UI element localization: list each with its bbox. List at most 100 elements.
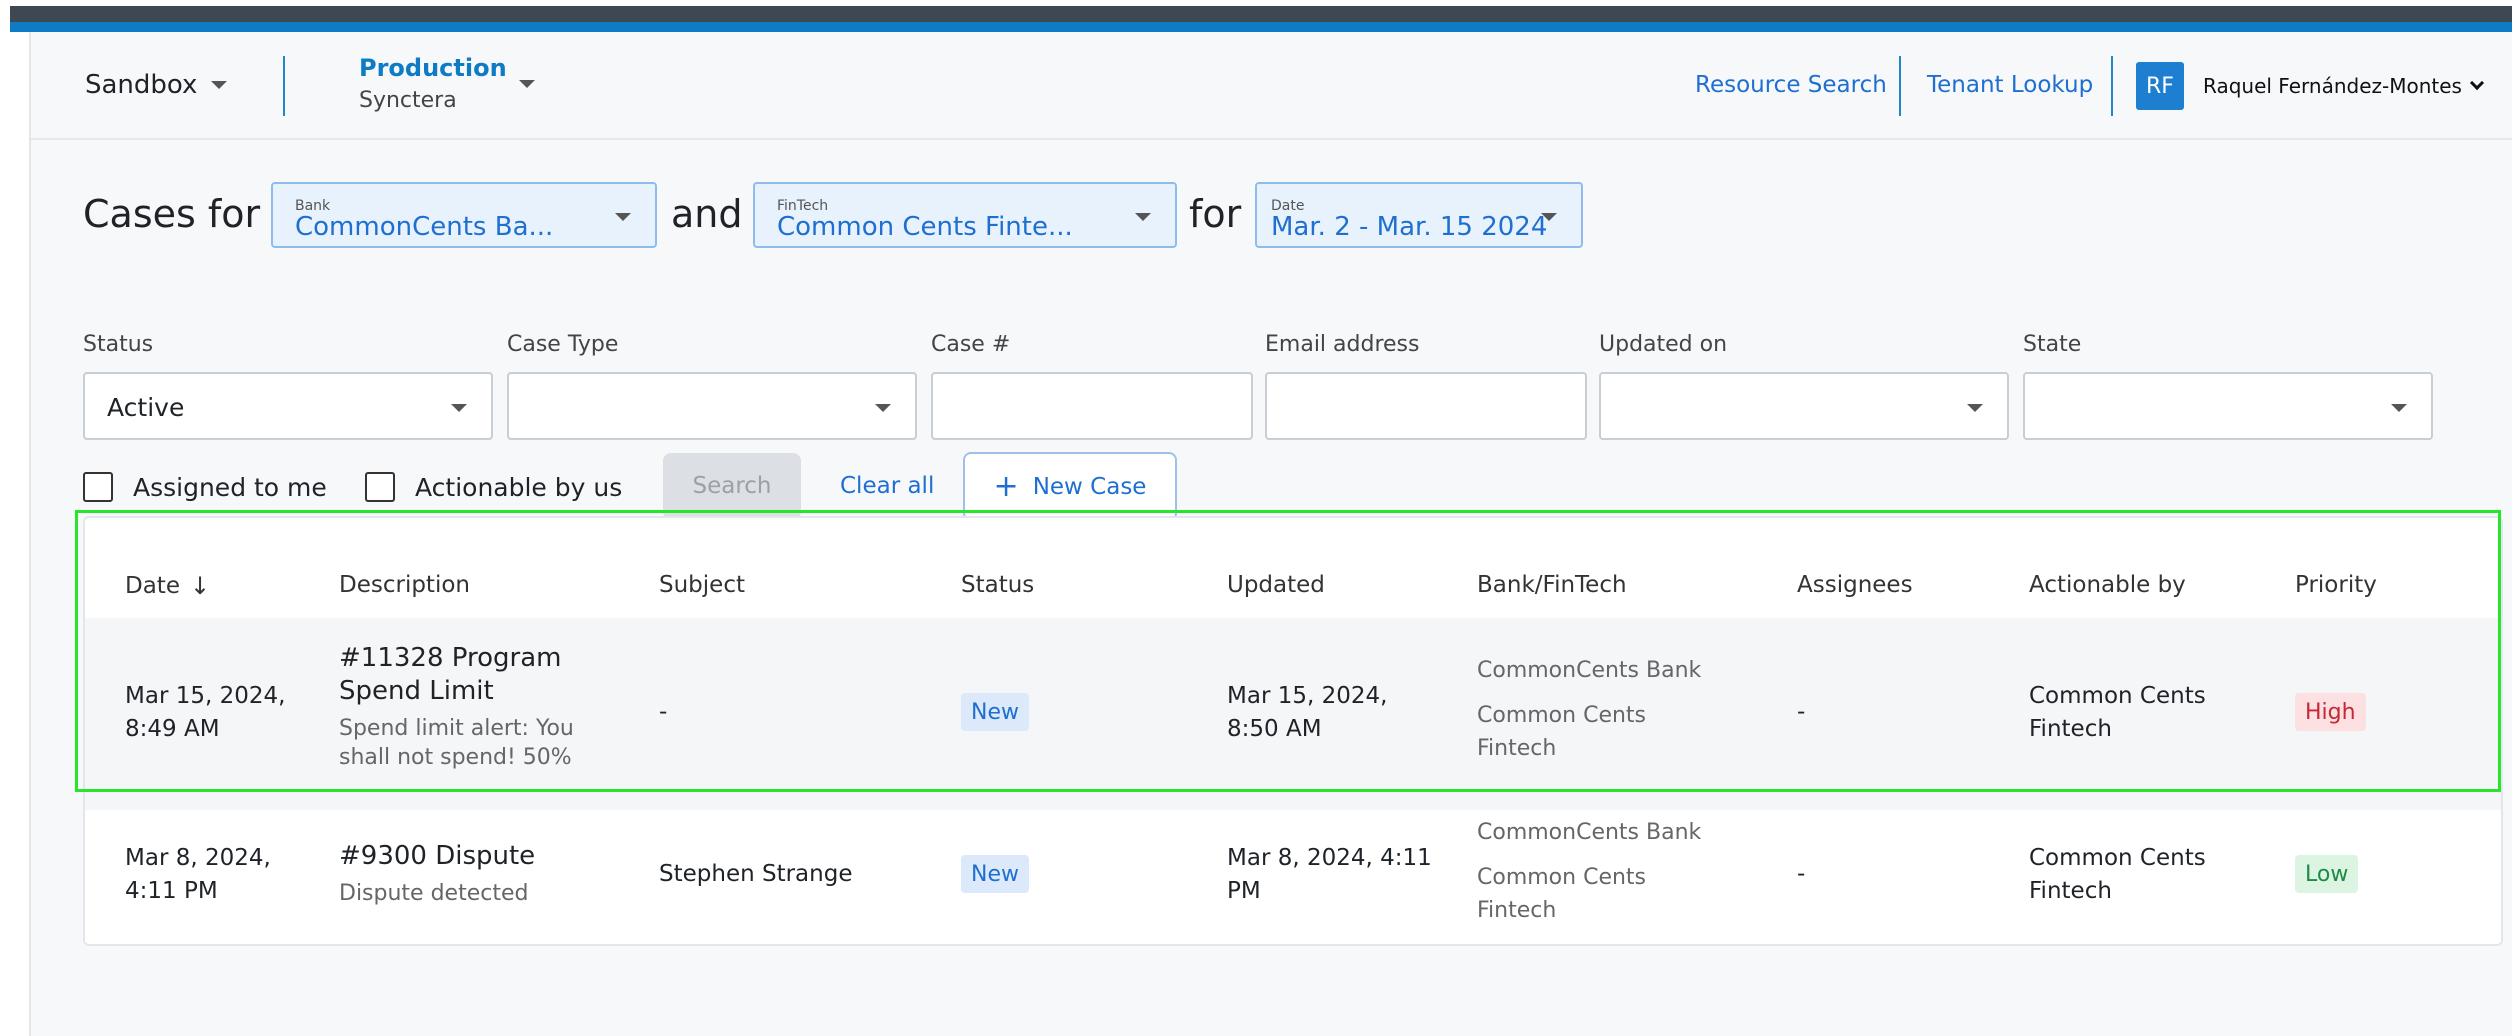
chevron-down-icon	[875, 404, 891, 412]
column-header-priority: Priority	[2295, 572, 2377, 598]
row-fintech: Common Cents Fintech	[1477, 703, 1647, 761]
row-updated: Mar 15, 2024, 8:50 AM	[1227, 683, 1388, 742]
cases-for-label: Cases for	[83, 192, 261, 236]
avatar[interactable]: RF	[2136, 62, 2184, 110]
search-button[interactable]: Search	[663, 453, 801, 519]
chevron-down-icon	[1967, 404, 1983, 412]
case-title: #11328 Program	[339, 643, 562, 673]
arrow-down-icon: ↓	[189, 572, 211, 600]
priority-badge: Low	[2295, 855, 2359, 893]
priority-badge: High	[2295, 693, 2366, 731]
column-header-status: Status	[961, 572, 1035, 598]
header-divider	[1899, 56, 1901, 116]
case-title: #9300 Dispute	[339, 841, 536, 871]
row-bank-fintech: CommonCents Bank Common Cents Fintech	[1477, 654, 1701, 765]
actionable-by-us-label: Actionable by us	[415, 472, 623, 502]
email-field[interactable]	[1265, 372, 1587, 440]
updated-on-filter-select[interactable]	[1599, 372, 2009, 440]
chevron-down-icon	[615, 213, 631, 221]
date-select-value: Mar. 2 - Mar. 15 2024	[1271, 212, 1548, 242]
row-assignees: -	[1797, 699, 1806, 725]
column-header-bank-fintech: Bank/FinTech	[1477, 572, 1627, 598]
row-description: #9300 Dispute Dispute detected	[339, 840, 639, 910]
checkbox-box[interactable]	[365, 472, 395, 502]
row-bank: CommonCents Bank	[1477, 658, 1702, 683]
column-header-updated: Updated	[1227, 572, 1325, 598]
assigned-to-me-label: Assigned to me	[133, 472, 327, 502]
column-header-assignees: Assignees	[1797, 572, 1913, 598]
new-case-label: New Case	[1032, 473, 1147, 500]
row-bank: CommonCents Bank	[1477, 820, 1702, 845]
resource-search-link[interactable]: Resource Search	[1695, 72, 1887, 98]
top-header: Sandbox Production Synctera Resource Sea…	[31, 32, 2512, 140]
status-filter-label: Status	[83, 332, 154, 357]
production-sub-label: Synctera	[359, 88, 457, 113]
row-updated: Mar 8, 2024, 4:11 PM	[1227, 845, 1432, 904]
row-subject: -	[659, 699, 668, 725]
plus-icon: +	[993, 468, 1019, 504]
accent-bar	[10, 22, 2512, 32]
email-filter-label: Email address	[1265, 332, 1420, 357]
updated-on-filter-label: Updated on	[1599, 332, 1728, 357]
chevron-down-icon	[1541, 213, 1557, 221]
date-select[interactable]: Date Mar. 2 - Mar. 15 2024	[1255, 182, 1583, 248]
row-date: Mar 15, 2024, 8:49 AM	[125, 683, 286, 742]
checkbox-box[interactable]	[83, 472, 113, 502]
fintech-select[interactable]: FinTech Common Cents Finte...	[753, 182, 1177, 248]
chevron-down-icon	[2469, 75, 2485, 91]
case-number-input[interactable]	[933, 374, 1251, 438]
status-filter-value: Active	[107, 393, 185, 422]
and-label: and	[671, 192, 743, 236]
case-number-field[interactable]	[931, 372, 1253, 440]
case-title: Spend Limit	[339, 676, 494, 706]
sandbox-label: Sandbox	[85, 70, 198, 100]
user-name: Raquel Fernández-Montes	[2203, 74, 2462, 98]
column-header-date[interactable]: Date ↓	[125, 572, 210, 600]
table-row[interactable]: Mar 15, 2024, 8:49 AM #11328 Program Spe…	[85, 618, 2501, 810]
production-label: Production	[359, 54, 507, 82]
row-assignees: -	[1797, 861, 1806, 887]
for-label: for	[1189, 192, 1242, 236]
browser-top-bar	[10, 6, 2512, 22]
case-type-filter-select[interactable]	[507, 372, 917, 440]
bank-select-value: CommonCents Ba...	[295, 212, 554, 242]
chevron-down-icon	[1135, 213, 1151, 221]
tenant-lookup-link[interactable]: Tenant Lookup	[1927, 72, 2093, 98]
column-header-description: Description	[339, 572, 470, 598]
table-row[interactable]: Mar 8, 2024, 4:11 PM #9300 Dispute Dispu…	[85, 814, 2501, 942]
bank-select[interactable]: Bank CommonCents Ba...	[271, 182, 657, 248]
case-summary: Dispute detected	[339, 881, 529, 906]
chevron-down-icon	[2391, 404, 2407, 412]
case-type-filter-label: Case Type	[507, 332, 619, 357]
assigned-to-me-checkbox[interactable]: Assigned to me	[83, 472, 327, 502]
clear-all-button[interactable]: Clear all	[840, 473, 934, 499]
row-fintech: Common Cents Fintech	[1477, 865, 1647, 923]
row-date: Mar 8, 2024, 4:11 PM	[125, 845, 271, 904]
chevron-down-icon	[211, 81, 228, 89]
header-divider	[283, 56, 285, 116]
case-number-filter-label: Case #	[931, 332, 1011, 357]
status-badge: New	[961, 855, 1029, 893]
header-divider	[2111, 56, 2113, 116]
status-badge: New	[961, 693, 1029, 731]
user-menu[interactable]: Raquel Fernández-Montes	[2203, 74, 2485, 98]
state-filter-label: State	[2023, 332, 2082, 357]
production-env-dropdown[interactable]: Production Synctera	[359, 54, 535, 113]
new-case-button[interactable]: + New Case	[963, 452, 1177, 521]
fintech-select-value: Common Cents Finte...	[777, 212, 1073, 242]
state-filter-select[interactable]	[2023, 372, 2433, 440]
row-actionable-by: Common Cents Fintech	[2029, 683, 2206, 742]
row-description: #11328 Program Spend Limit Spend limit a…	[339, 642, 639, 774]
chevron-down-icon	[519, 80, 535, 88]
case-summary: Spend limit alert: You shall not spend! …	[339, 716, 574, 770]
column-header-date-label: Date	[125, 573, 180, 599]
row-bank-fintech: CommonCents Bank Common Cents Fintech	[1477, 816, 1701, 927]
column-header-actionable-by: Actionable by	[2029, 572, 2186, 598]
status-filter-select[interactable]: Active	[83, 372, 493, 440]
actionable-by-us-checkbox[interactable]: Actionable by us	[365, 472, 622, 502]
app-container: Sandbox Production Synctera Resource Sea…	[31, 32, 2512, 1036]
sandbox-env-dropdown[interactable]: Sandbox	[85, 70, 228, 100]
column-header-subject: Subject	[659, 572, 745, 598]
email-input[interactable]	[1267, 374, 1585, 438]
cases-table: Date ↓ Description Subject Status Update…	[83, 516, 2503, 946]
